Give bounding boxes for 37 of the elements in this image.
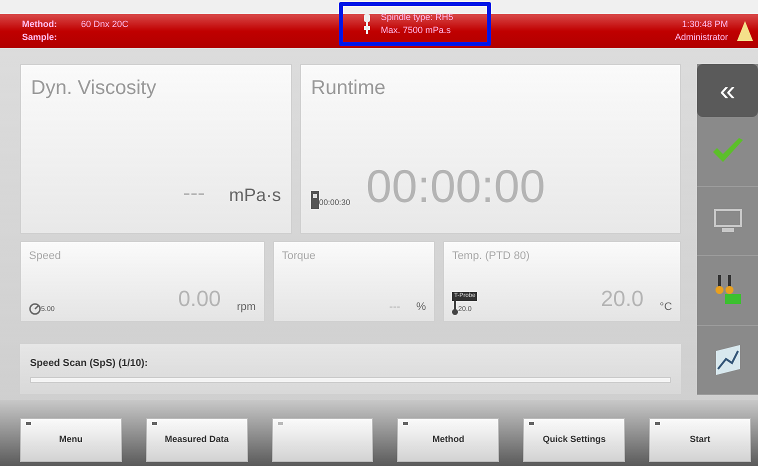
softkey-button[interactable]: Start [649, 418, 751, 462]
tile-title: Temp. (PTD 80) [452, 249, 531, 264]
clock-time: 1:30:48 PM [682, 18, 728, 30]
probes-icon[interactable] [712, 275, 742, 306]
timer-icon [311, 191, 320, 209]
chart-icon[interactable] [714, 344, 742, 375]
panel-title: Dyn. Viscosity [31, 76, 158, 101]
spindle-type: Spindle type: RH5 [380, 10, 454, 24]
thermometer-icon [452, 301, 458, 315]
checkmark-icon[interactable] [710, 138, 744, 164]
runtime-value: 00:00:00 [366, 163, 546, 209]
tile-title: Torque [282, 249, 316, 264]
collapse-button[interactable]: « [697, 64, 758, 117]
softkey-button[interactable]: Menu [20, 418, 122, 462]
tile-unit: °C [660, 300, 672, 314]
softkey-button[interactable]: Measured Data [146, 418, 248, 462]
interval-value: 00:00:30 [319, 197, 350, 209]
warning-icon[interactable] [736, 20, 754, 42]
tile-unit: % [416, 300, 426, 314]
method-label: Method: [22, 18, 57, 30]
tile-title: Speed [29, 249, 62, 264]
softkey-button[interactable]: Method [397, 418, 500, 462]
spindle-icon [362, 14, 371, 34]
gauge-icon [29, 303, 41, 315]
progress-label: Speed Scan (SpS) (1/10): [30, 357, 149, 371]
tile-value: --- [389, 300, 400, 314]
method-value: 60 Dnx 20C [81, 18, 129, 30]
viscosity-value: --- [183, 179, 205, 207]
tile-value: 20.0 [600, 285, 644, 313]
user-name: Administrator [674, 31, 728, 44]
tile-unit: rpm [236, 300, 256, 314]
panel-title: Runtime [311, 76, 386, 101]
softkey-button[interactable]: Quick Settings [523, 418, 626, 462]
tile-value: 0.00 [178, 285, 221, 313]
spindle-max: Max. 7500 mPa.s [380, 24, 452, 37]
viscosity-unit: mPa·s [229, 184, 282, 207]
sample-label: Sample: [22, 31, 58, 44]
